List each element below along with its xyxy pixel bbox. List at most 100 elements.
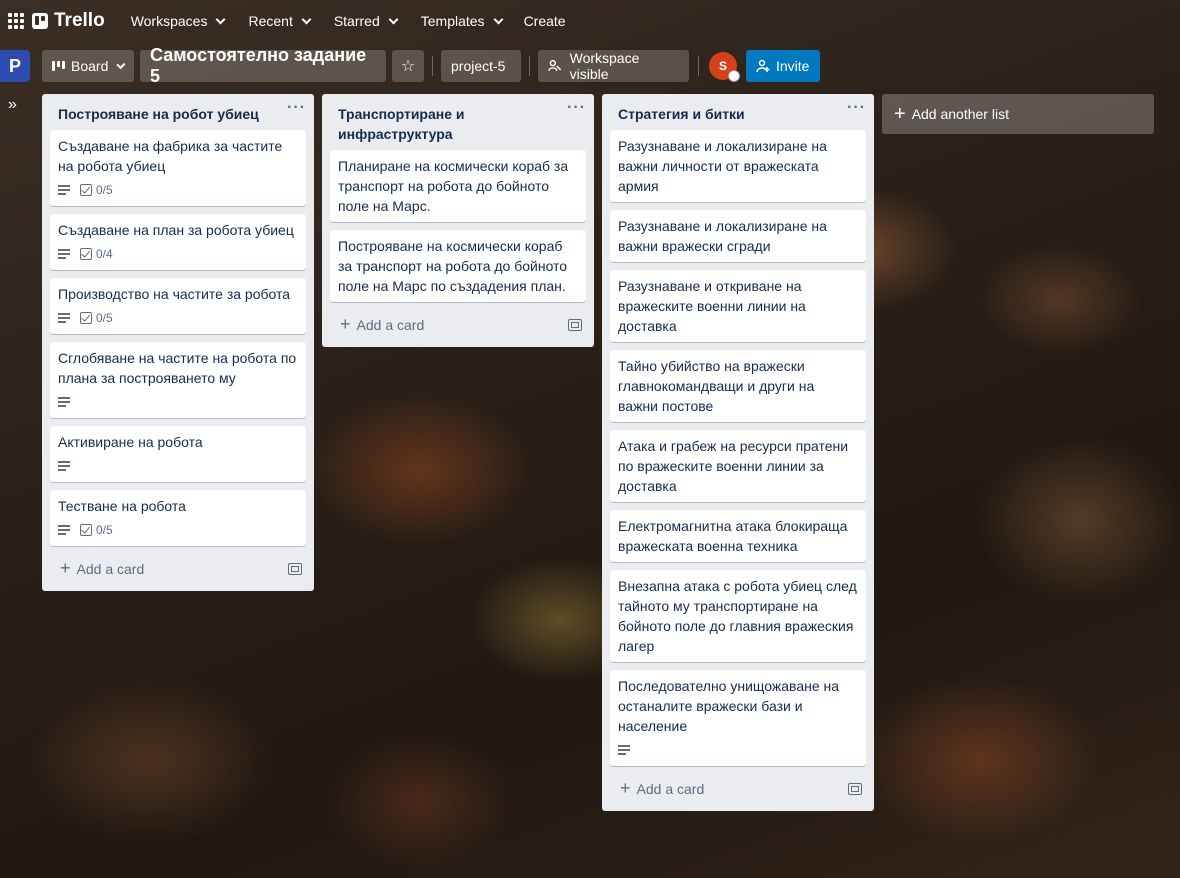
chevron-down-icon <box>388 14 399 24</box>
star-icon: ☆ <box>400 58 416 75</box>
chevron-down-icon <box>216 14 226 24</box>
list-header[interactable]: Построяване на робот убиец ··· <box>42 94 314 130</box>
card-title: Създаване на фабрика за частите на робот… <box>58 138 283 174</box>
card-title: Разузнаване и локализиране на важни враж… <box>618 218 827 254</box>
checklist-icon <box>80 524 92 536</box>
nav-workspaces[interactable]: Workspaces <box>119 5 237 37</box>
add-list-button[interactable]: + Add another list <box>882 94 1154 134</box>
trello-logo[interactable]: Trello <box>32 10 105 32</box>
checklist-icon <box>80 248 92 260</box>
nav-templates-label: Templates <box>420 13 485 29</box>
add-card-row: + Add a card <box>42 554 314 591</box>
checklist-badge: 0/5 <box>80 308 113 328</box>
card[interactable]: Планиране на космически кораб за транспо… <box>330 150 586 222</box>
trello-logo-icon <box>32 13 48 29</box>
top-nav: Trello Workspaces Recent Starred Templat… <box>0 0 1180 42</box>
list-title[interactable]: Построяване на робот убиец <box>58 104 259 124</box>
list-menu-icon[interactable]: ··· <box>567 98 586 144</box>
project-button[interactable]: project-5 <box>441 50 521 82</box>
visibility-button[interactable]: Workspace visible <box>538 50 689 82</box>
create-from-template-icon[interactable] <box>288 562 302 575</box>
card[interactable]: Производство на частите за робота 0/5 <box>50 278 306 334</box>
avatar-initial: S <box>718 59 727 73</box>
checklist-count: 0/5 <box>96 311 113 325</box>
card[interactable]: Сглобяване на частите на робота по плана… <box>50 342 306 418</box>
list-menu-icon[interactable]: ··· <box>287 98 306 124</box>
board-view-button[interactable]: Board <box>42 50 134 82</box>
card-title: Построяване на космически кораб за транс… <box>338 238 568 294</box>
card[interactable]: Разузнаване и откриване на вражеските во… <box>610 270 866 342</box>
logo-text: Trello <box>54 10 105 31</box>
workspace-badge[interactable]: P <box>0 50 30 82</box>
star-board-button[interactable]: ☆ <box>392 50 424 82</box>
card[interactable]: Построяване на космически кораб за транс… <box>330 230 586 302</box>
card-title: Разузнаване и локализиране на важни личн… <box>618 138 827 194</box>
card-title: Тестване на робота <box>58 498 186 514</box>
expand-sidebar-icon[interactable]: » <box>8 96 17 114</box>
invite-label: Invite <box>776 58 810 74</box>
description-icon <box>58 461 70 471</box>
people-icon <box>548 59 562 72</box>
nav-recent[interactable]: Recent <box>236 5 321 37</box>
nav-templates[interactable]: Templates <box>409 5 514 37</box>
card[interactable]: Внезапна атака с робота убиец след тайно… <box>610 570 866 662</box>
add-card-button[interactable]: + Add a card <box>60 558 144 579</box>
board-title[interactable]: Самостоятелно задание 5 <box>140 45 386 86</box>
header-divider <box>432 56 433 76</box>
add-list-label: Add another list <box>911 106 1009 122</box>
checklist-badge: 0/5 <box>80 180 113 200</box>
nav-workspaces-label: Workspaces <box>130 13 208 29</box>
chevron-down-icon <box>116 59 126 69</box>
add-card-label: Add a card <box>76 561 145 577</box>
chevron-down-icon <box>493 14 504 24</box>
nav-starred[interactable]: Starred <box>322 5 409 37</box>
add-card-row: + Add a card <box>322 310 594 347</box>
card-title: Сглобяване на частите на робота по плана… <box>58 350 297 386</box>
header-divider <box>698 56 699 76</box>
card[interactable]: Създаване на фабрика за частите на робот… <box>50 130 306 206</box>
add-user-icon <box>756 59 770 73</box>
checklist-icon <box>80 312 92 324</box>
admin-badge-icon <box>728 70 740 82</box>
card[interactable]: Последователно унищожаване на останалите… <box>610 670 866 766</box>
list-transport: Транспортиране и инфраструктура ··· План… <box>322 94 594 347</box>
list-header[interactable]: Транспортиране и инфраструктура ··· <box>322 94 594 150</box>
add-card-button[interactable]: + Add a card <box>620 778 704 799</box>
list-header[interactable]: Стратегия и битки ··· <box>602 94 874 130</box>
list-build-robot: Построяване на робот убиец ··· Създаване… <box>42 94 314 591</box>
list-title[interactable]: Транспортиране и инфраструктура <box>338 104 528 144</box>
card[interactable]: Електромагнитна атака блокираща вражеска… <box>610 510 866 562</box>
card[interactable]: Тайно убийство на вражески главнокомандв… <box>610 350 866 422</box>
add-card-label: Add a card <box>356 317 425 333</box>
app-switcher-icon[interactable] <box>8 13 24 29</box>
card-title: Тайно убийство на вражески главнокомандв… <box>618 358 815 414</box>
list-menu-icon[interactable]: ··· <box>847 98 866 124</box>
list-title[interactable]: Стратегия и битки <box>618 104 745 124</box>
invite-button[interactable]: Invite <box>746 50 820 82</box>
description-icon <box>58 313 70 323</box>
board-view-label: Board <box>71 58 109 74</box>
card-title: Последователно унищожаване на останалите… <box>618 678 840 734</box>
plus-icon: + <box>60 558 71 578</box>
card[interactable]: Атака и грабеж на ресурси пратени по вра… <box>610 430 866 502</box>
chevron-down-icon <box>301 14 312 24</box>
card-title: Атака и грабеж на ресурси пратени по вра… <box>618 438 849 494</box>
card[interactable]: Тестване на робота 0/5 <box>50 490 306 546</box>
card[interactable]: Разузнаване и локализиране на важни личн… <box>610 130 866 202</box>
plus-icon: + <box>620 778 631 798</box>
create-button[interactable]: Create <box>514 5 576 37</box>
card[interactable]: Активиране на робота <box>50 426 306 482</box>
card[interactable]: Разузнаване и локализиране на важни враж… <box>610 210 866 262</box>
plus-icon: + <box>894 102 906 125</box>
create-from-template-icon[interactable] <box>848 782 862 795</box>
avatar[interactable]: S <box>709 52 740 82</box>
card[interactable]: Създаване на план за робота убиец 0/4 <box>50 214 306 270</box>
card-title: Създаване на план за робота убиец <box>58 222 294 238</box>
checklist-count: 0/5 <box>96 183 113 197</box>
create-from-template-icon[interactable] <box>568 318 582 331</box>
add-card-button[interactable]: + Add a card <box>340 314 424 335</box>
card-title: Активиране на робота <box>58 434 203 450</box>
board-view-icon <box>52 61 65 71</box>
card-title: Производство на частите за робота <box>58 286 291 302</box>
add-card-label: Add a card <box>636 781 705 797</box>
